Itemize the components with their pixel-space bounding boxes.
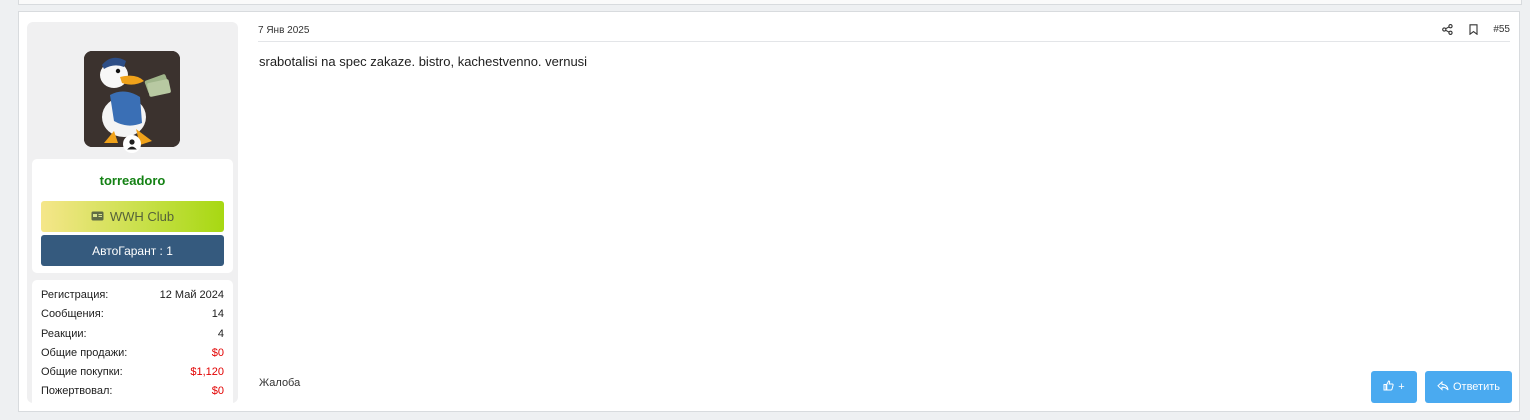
guarantee-banner-label: АвтоГарант : 1 <box>92 243 173 258</box>
username[interactable]: torreadoro <box>32 173 233 188</box>
forum-post: torreadoro WWH Club АвтоГарант : 1 Регис… <box>18 11 1520 412</box>
stat-label: Сообщения: <box>41 308 104 321</box>
stat-value: $0 <box>211 346 224 359</box>
thumbs-up-icon <box>1383 380 1394 394</box>
user-icon <box>123 135 141 153</box>
user-card: torreadoro WWH Club АвтоГарант : 1 <box>32 159 233 273</box>
stat-value: $0 <box>211 385 224 398</box>
post-header: 7 Янв 2025 #55 <box>258 23 1510 42</box>
club-banner: WWH Club <box>41 201 224 232</box>
user-sidebar: torreadoro WWH Club АвтоГарант : 1 Регис… <box>27 22 238 410</box>
stat-value: 12 Май 2024 <box>159 289 224 301</box>
stat-label: Общие покупки: <box>41 366 123 379</box>
stat-row-donated: Пожертвовал: $0 <box>41 382 224 401</box>
post-body-text: srabotalisi na spec zakaze. bistro, kach… <box>259 54 588 69</box>
share-icon[interactable] <box>1441 23 1453 35</box>
avatar[interactable] <box>84 51 180 147</box>
id-card-icon <box>91 209 104 224</box>
stat-value: $1,120 <box>190 366 224 379</box>
like-button[interactable]: + <box>1371 371 1417 403</box>
stat-row-registration: Регистрация: 12 Май 2024 <box>41 286 224 305</box>
stat-value: 4 <box>217 327 224 340</box>
stat-row-total-sales: Общие продажи: $0 <box>41 344 224 363</box>
stat-label: Регистрация: <box>41 289 109 301</box>
previous-post-edge <box>18 0 1522 5</box>
post-number-link[interactable]: #55 <box>1493 24 1510 35</box>
stat-row-total-purchases: Общие покупки: $1,120 <box>41 363 224 382</box>
stat-label: Общие продажи: <box>41 346 128 359</box>
post-main: 7 Янв 2025 #55 srabotalisi na spec zakaz… <box>249 12 1519 411</box>
club-banner-label: WWH Club <box>109 209 175 224</box>
avatar-image <box>84 51 180 147</box>
reply-button-label: Ответить <box>1452 381 1501 393</box>
post-tools: #55 <box>1441 23 1510 35</box>
stat-label: Пожертвовал: <box>41 385 113 398</box>
stat-value: 14 <box>211 308 224 321</box>
bookmark-icon[interactable] <box>1467 23 1479 35</box>
stat-row-reactions: Реакции: 4 <box>41 325 224 344</box>
stat-label: Реакции: <box>41 327 87 340</box>
reply-icon <box>1437 380 1449 394</box>
report-link[interactable]: Жалоба <box>259 377 300 389</box>
guarantee-banner: АвтоГарант : 1 <box>41 235 224 266</box>
stat-row-messages: Сообщения: 14 <box>41 305 224 324</box>
like-button-label: + <box>1398 381 1405 393</box>
post-date[interactable]: 7 Янв 2025 <box>258 25 309 36</box>
user-stats: Регистрация: 12 Май 2024 Сообщения: 14 Р… <box>32 280 233 410</box>
reply-button[interactable]: Ответить <box>1425 371 1512 403</box>
